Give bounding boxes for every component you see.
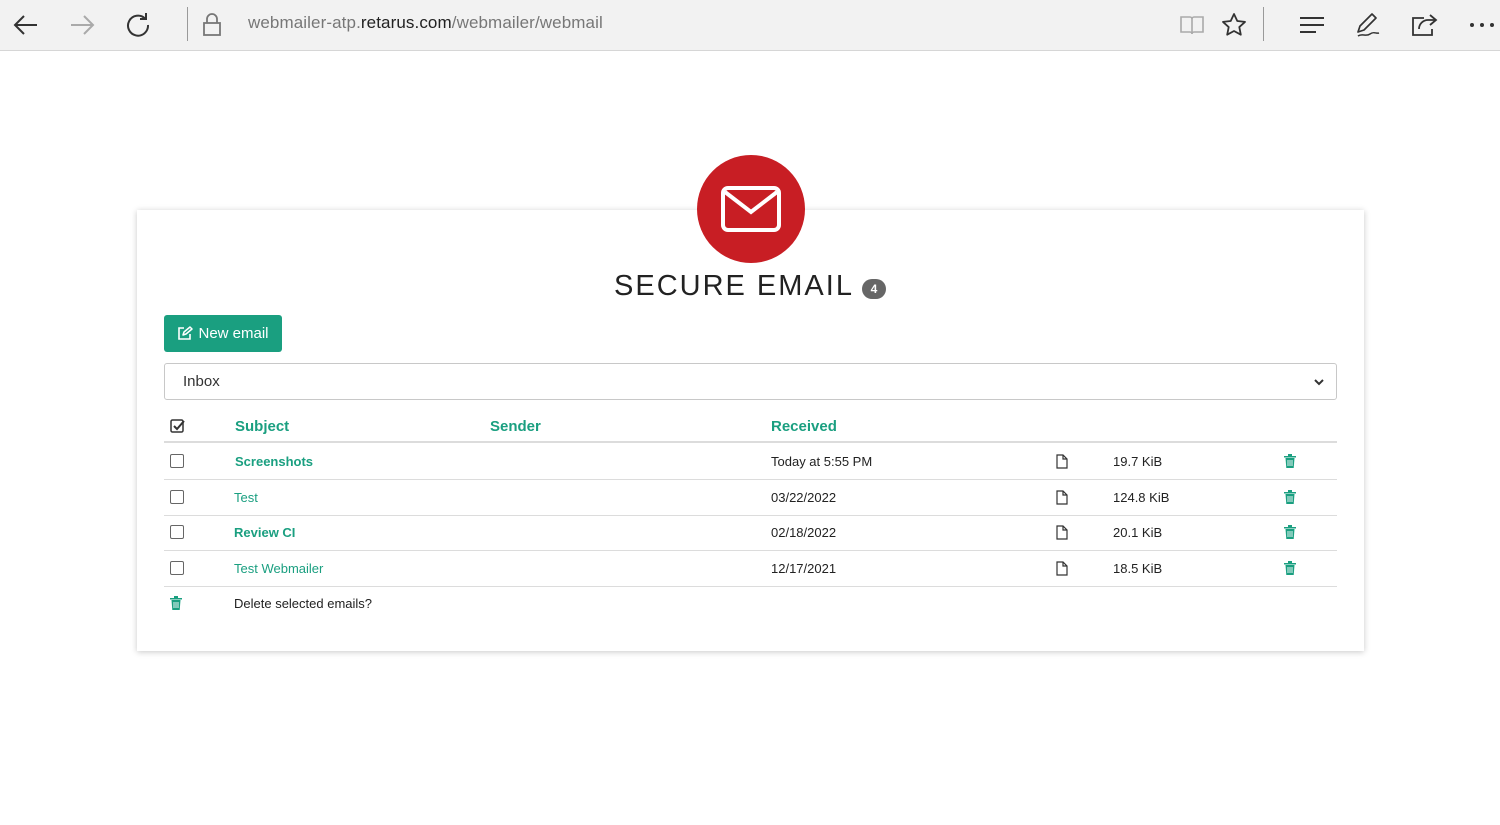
- favorite-button[interactable]: [1217, 8, 1251, 42]
- site-info-button[interactable]: [195, 8, 229, 42]
- attachment-icon: [1056, 525, 1068, 540]
- back-arrow-icon: [13, 15, 37, 35]
- toolbar-separator: [187, 7, 188, 41]
- attachment-icon: [1056, 490, 1068, 505]
- email-subject[interactable]: Test: [234, 490, 258, 505]
- url-path: /webmailer/webmail: [451, 13, 603, 32]
- back-button[interactable]: [9, 8, 43, 42]
- reading-view-button[interactable]: [1175, 8, 1209, 42]
- toolbar-separator: [1263, 7, 1264, 41]
- share-button[interactable]: [1407, 8, 1441, 42]
- select-all-checkbox[interactable]: [170, 419, 185, 434]
- column-header-sender[interactable]: Sender: [490, 418, 541, 435]
- email-table-header: Subject Sender Received: [164, 410, 1337, 443]
- forward-button[interactable]: [65, 8, 99, 42]
- folder-select[interactable]: Inbox: [164, 363, 1337, 400]
- attachment-icon: [1056, 561, 1068, 576]
- refresh-icon: [127, 13, 150, 37]
- attachment-icon: [1056, 454, 1068, 469]
- email-received: 03/22/2022: [771, 490, 837, 505]
- hub-icon: [1300, 17, 1324, 33]
- email-size: 19.7 KiB: [1113, 454, 1163, 469]
- reading-view-icon: [1180, 16, 1204, 35]
- new-email-label: New email: [198, 325, 269, 342]
- web-note-button[interactable]: [1351, 8, 1385, 42]
- hub-button[interactable]: [1295, 8, 1329, 42]
- email-subject[interactable]: Test Webmailer: [234, 561, 323, 576]
- address-bar[interactable]: webmailer-atp.retarus.com/webmailer/webm…: [248, 13, 603, 33]
- email-row[interactable]: Screenshots Today at 5:55 PM 19.7 KiB: [164, 444, 1337, 480]
- row-checkbox[interactable]: [170, 525, 184, 539]
- email-size: 18.5 KiB: [1113, 561, 1163, 576]
- page-header: SECURE EMAIL 4: [0, 270, 1500, 303]
- email-row[interactable]: Test Webmailer 12/17/2021 18.5 KiB: [164, 551, 1337, 587]
- trash-icon[interactable]: [1284, 561, 1296, 575]
- chevron-down-icon: [1314, 379, 1324, 386]
- lock-icon: [203, 13, 221, 36]
- pen-icon: [1357, 13, 1380, 37]
- envelope-icon: [721, 186, 781, 232]
- email-size: 20.1 KiB: [1113, 525, 1163, 540]
- row-checkbox[interactable]: [170, 561, 184, 575]
- column-header-subject[interactable]: Subject: [235, 418, 289, 435]
- delete-selected-trash-icon[interactable]: [170, 596, 182, 610]
- email-subject[interactable]: Review CI: [234, 525, 295, 540]
- url-host: retarus.com: [360, 13, 452, 32]
- row-checkbox[interactable]: [170, 490, 184, 504]
- refresh-button[interactable]: [121, 8, 155, 42]
- trash-icon[interactable]: [1284, 490, 1296, 504]
- email-received: 12/17/2021: [771, 561, 837, 576]
- trash-icon[interactable]: [1284, 525, 1296, 539]
- row-checkbox[interactable]: [170, 454, 184, 468]
- bulk-actions-row: Delete selected emails?: [164, 587, 1337, 621]
- edit-icon: [178, 326, 194, 340]
- delete-selected-label[interactable]: Delete selected emails?: [234, 596, 372, 611]
- email-received: 02/18/2022: [771, 525, 837, 540]
- app-logo: [697, 155, 805, 263]
- url-prefix: webmailer-atp.: [248, 13, 361, 32]
- star-icon: [1222, 13, 1246, 36]
- trash-icon[interactable]: [1284, 454, 1296, 468]
- forward-arrow-icon: [71, 15, 95, 35]
- unread-count-badge: 4: [861, 278, 886, 299]
- email-received: Today at 5:55 PM: [771, 454, 873, 469]
- more-icon: [1470, 23, 1494, 27]
- folder-select-value: Inbox: [183, 373, 220, 390]
- browser-toolbar: webmailer-atp.retarus.com/webmailer/webm…: [0, 0, 1500, 51]
- page-title: SECURE EMAIL: [614, 270, 854, 302]
- email-subject[interactable]: Screenshots: [235, 454, 313, 469]
- more-button[interactable]: [1465, 8, 1499, 42]
- column-header-received[interactable]: Received: [771, 418, 837, 435]
- email-size: 124.8 KiB: [1113, 490, 1170, 505]
- email-row[interactable]: Review CI 02/18/2022 20.1 KiB: [164, 515, 1337, 551]
- email-row[interactable]: Test 03/22/2022 124.8 KiB: [164, 480, 1337, 516]
- share-icon: [1412, 14, 1438, 36]
- new-email-button[interactable]: New email: [164, 315, 282, 352]
